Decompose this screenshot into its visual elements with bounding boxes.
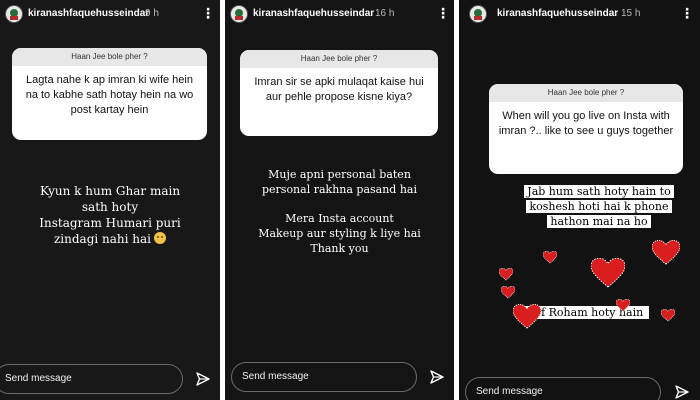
- send-message-input[interactable]: Send message: [231, 362, 417, 392]
- story-panel-2[interactable]: kiranashfaquehusseindar 16 h ⋮ Haan Jee …: [225, 0, 454, 400]
- answer-line: Kyun k hum Ghar main: [39, 184, 181, 198]
- answer-text: Kyun k hum Ghar main sath hoty Instagram…: [0, 183, 220, 247]
- more-vertical-icon[interactable]: ⋮: [680, 7, 694, 21]
- story-header: kiranashfaquehusseindar 15 h ⋮: [459, 0, 700, 30]
- more-vertical-icon[interactable]: ⋮: [436, 7, 450, 21]
- paper-plane-icon[interactable]: [430, 370, 444, 384]
- answer-line: Instagram Humari puri: [39, 216, 181, 230]
- question-text: When will you go live on Insta with imra…: [498, 110, 674, 137]
- username[interactable]: kiranashfaquehusseindar: [28, 8, 149, 19]
- answer-line-text: hathon mai na ho: [547, 215, 651, 228]
- heart-icon: [616, 299, 630, 312]
- send-message-input[interactable]: Send message: [0, 364, 183, 394]
- answer-line: hathon mai na ho: [509, 214, 689, 229]
- profile-avatar[interactable]: [230, 5, 248, 23]
- answer-spacer: [225, 197, 454, 211]
- story-header: kiranashfaquehusseindar 9 h ⋮: [0, 0, 220, 30]
- answer-line: Muje apni personal baten: [268, 168, 411, 181]
- heart-icon: [652, 240, 680, 266]
- question-header: Haan Jee bole pher ?: [489, 84, 683, 102]
- story-panel-3[interactable]: kiranashfaquehusseindar 15 h ⋮ Haan Jee …: [459, 0, 700, 400]
- answer-line: koshesh hoti hai k phone: [509, 199, 689, 214]
- answer-line-text: hai: [403, 227, 421, 240]
- question-text: Imran sir se apki mulaqat kaise hui aur …: [254, 76, 424, 103]
- username[interactable]: kiranashfaquehusseindar: [253, 8, 374, 19]
- story-header: kiranashfaquehusseindar 16 h ⋮: [225, 0, 454, 30]
- story-panel-1[interactable]: kiranashfaquehusseindar 9 h ⋮ Haan Jee b…: [0, 0, 220, 400]
- send-message-input[interactable]: Send message: [465, 377, 661, 400]
- answer-line: Thank you: [310, 242, 369, 255]
- paper-plane-icon[interactable]: [196, 372, 210, 386]
- question-sticker: Haan Jee bole pher ? Imran sir se apki m…: [240, 50, 438, 136]
- question-sticker: Haan Jee bole pher ? When will you go li…: [489, 84, 683, 174]
- question-header: Haan Jee bole pher ?: [12, 48, 207, 66]
- more-vertical-icon[interactable]: ⋮: [201, 7, 215, 21]
- post-time: 9 h: [145, 8, 159, 19]
- heart-icon: [499, 268, 513, 281]
- answer-line-text: Makeup aur styling k liye: [258, 227, 401, 240]
- answer-line: personal rakhna pasand hai: [261, 183, 418, 196]
- answer-text: Muje apni personal baten personal rakhna…: [225, 167, 454, 256]
- answer-line: zindagi nahi hai: [0, 231, 220, 247]
- profile-avatar[interactable]: [469, 5, 487, 23]
- answer-line: Makeup aur styling k liye hai: [225, 226, 454, 241]
- answer-line: Mera Insta account: [285, 212, 394, 225]
- heart-icon: [543, 251, 557, 264]
- smiling-face-icon: [154, 232, 167, 244]
- post-time: 16 h: [375, 8, 395, 19]
- paper-plane-icon[interactable]: [675, 385, 689, 399]
- answer-line: Jab hum sath hoty hain to: [509, 184, 689, 199]
- heart-icon: [661, 309, 675, 322]
- heart-icon: [513, 304, 541, 330]
- answer-line-text: Jab hum sath hoty hain to: [524, 185, 674, 198]
- question-sticker: Haan Jee bole pher ? Lagta nahe k ap imr…: [12, 48, 207, 140]
- post-time: 15 h: [621, 8, 641, 19]
- answer-line: sath hoty: [81, 200, 139, 214]
- heart-icon: [591, 258, 625, 289]
- answer-line-text: zindagi nahi hai: [53, 232, 152, 246]
- profile-avatar[interactable]: [5, 5, 23, 23]
- question-text: Lagta nahe k ap imran ki wife hein na to…: [25, 74, 194, 116]
- answer-line-text: koshesh hoti hai k phone: [526, 200, 672, 213]
- answer-text: Jab hum sath hoty hain to koshesh hoti h…: [509, 184, 689, 229]
- heart-icon: [501, 286, 515, 299]
- username[interactable]: kiranashfaquehusseindar: [497, 8, 618, 19]
- question-header: Haan Jee bole pher ?: [240, 50, 438, 68]
